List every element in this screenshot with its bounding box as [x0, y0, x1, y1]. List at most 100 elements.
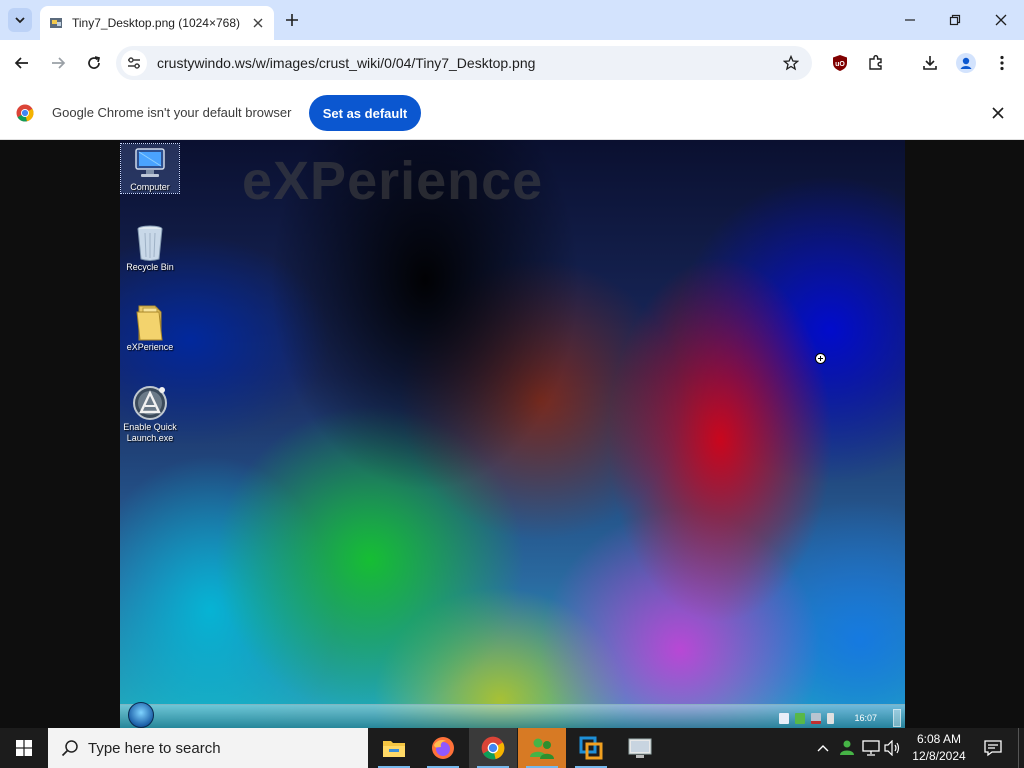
address-bar[interactable]: crustywindo.ws/w/images/crust_wiki/0/04/…: [116, 46, 812, 80]
action-center-button[interactable]: [980, 728, 1006, 768]
desktop-icon-enable-quick-launch[interactable]: Enable Quick Launch.exe: [121, 384, 179, 444]
file-explorer-icon: [383, 741, 405, 757]
chevron-down-icon: [15, 17, 25, 24]
plus-icon: [286, 14, 298, 26]
clock-date: 12/8/2024: [912, 749, 966, 763]
windows-logo-icon: [16, 740, 32, 756]
taskbar-app-virtualbox[interactable]: [567, 728, 615, 768]
remote-desktop-icon: [628, 738, 652, 758]
taskbar-clock[interactable]: 6:08 AM 12/8/2024: [906, 731, 972, 765]
desktop-brand-text: eXPerience: [242, 151, 544, 211]
taskbar-app-chrome[interactable]: [469, 728, 517, 768]
downloads-button[interactable]: [916, 49, 944, 77]
reload-button[interactable]: [80, 49, 108, 77]
tab-title: Tiny7_Desktop.png (1024×768): [72, 16, 240, 30]
browser-toolbar: crustywindo.ws/w/images/crust_wiki/0/04/…: [0, 40, 1024, 86]
security-tray-icon: [795, 712, 806, 724]
recycle-bin-icon: [132, 224, 168, 262]
win7-system-tray: 16:07: [779, 709, 901, 727]
image-viewport: eXPerience Computer Recycle Bin eXPerien…: [0, 140, 1024, 728]
svg-text:uO: uO: [835, 61, 845, 68]
people-tray-icon: [840, 740, 854, 755]
back-button[interactable]: [8, 49, 36, 77]
people-app-icon: [530, 738, 554, 759]
ublock-extension-button[interactable]: uO: [826, 49, 854, 77]
restore-icon: [949, 14, 961, 26]
desktop-icon-label: Computer: [130, 182, 170, 192]
desktop-icon-label: Recycle Bin: [126, 262, 174, 272]
firefox-icon: [432, 737, 454, 759]
win7-clock: 16:07: [854, 713, 877, 723]
notification-icon: [984, 740, 1002, 757]
chrome-icon: [481, 736, 505, 760]
cursor-icon: [815, 353, 826, 364]
close-icon: [995, 14, 1007, 26]
forward-button[interactable]: [44, 49, 72, 77]
default-browser-infobar: Google Chrome isn't your default browser…: [0, 86, 1024, 140]
star-icon: [783, 55, 799, 71]
windows-taskbar: Type here to search 6:08 AM 12/8/2024: [0, 728, 1024, 768]
win7-start-orb-icon[interactable]: [128, 702, 154, 728]
restore-button[interactable]: [940, 6, 970, 34]
close-icon: [992, 107, 1004, 119]
url-text: crustywindo.ws/w/images/crust_wiki/0/04/…: [157, 55, 536, 71]
tab-close-button[interactable]: [250, 15, 266, 31]
image-favicon-icon: [50, 18, 62, 28]
folder-icon: [132, 304, 168, 342]
tray-volume-button[interactable]: [882, 728, 904, 768]
chevron-up-icon: [817, 745, 829, 752]
taskbar-search-box[interactable]: Type here to search: [48, 728, 368, 768]
infobar-close-button[interactable]: [984, 99, 1012, 127]
desktop-icon-computer[interactable]: Computer: [120, 143, 180, 194]
arrow-right-icon: [52, 57, 66, 69]
taskbar-app-firefox[interactable]: [419, 728, 467, 768]
reload-icon: [88, 56, 101, 69]
new-tab-button[interactable]: [282, 10, 302, 30]
show-hidden-icons-button[interactable]: [812, 728, 834, 768]
ublock-shield-icon: uO: [833, 55, 847, 71]
menu-button[interactable]: [988, 49, 1016, 77]
minimize-button[interactable]: [895, 6, 925, 34]
infobar-message: Google Chrome isn't your default browser: [52, 105, 292, 120]
taskbar-app-remote-desktop[interactable]: [616, 728, 664, 768]
show-desktop-button[interactable]: [1018, 728, 1024, 768]
browser-title-bar: Tiny7_Desktop.png (1024×768): [0, 0, 1024, 40]
document-tray-icon: [779, 712, 790, 724]
taskbar-app-file-explorer[interactable]: [370, 728, 418, 768]
tray-network-button[interactable]: [860, 728, 882, 768]
tune-icon: [128, 57, 140, 69]
set-as-default-button[interactable]: Set as default: [309, 95, 421, 131]
arrow-left-icon: [14, 57, 28, 69]
search-placeholder: Type here to search: [88, 739, 221, 757]
minimize-icon: [905, 19, 915, 21]
quick-launch-icon: [132, 384, 168, 422]
tiny7-desktop-image[interactable]: eXPerience Computer Recycle Bin eXPerien…: [120, 140, 905, 728]
computer-icon: [132, 144, 168, 182]
bookmark-button[interactable]: [778, 50, 804, 76]
desktop-icon-experience-folder[interactable]: eXPerience: [121, 304, 179, 353]
more-vert-icon: [1000, 55, 1004, 71]
volume-icon: [884, 740, 900, 756]
close-icon: [253, 18, 263, 28]
chrome-logo-icon: [16, 104, 34, 122]
search-icon: [60, 738, 80, 758]
tray-people-button[interactable]: [836, 728, 858, 768]
profile-avatar-icon: [956, 53, 976, 73]
extensions-button[interactable]: [862, 49, 890, 77]
win7-show-desktop-button[interactable]: [893, 709, 901, 727]
profile-button[interactable]: [952, 49, 980, 77]
clock-time: 6:08 AM: [916, 732, 962, 746]
win7-taskbar: 16:07: [120, 702, 905, 728]
start-button[interactable]: [0, 728, 48, 768]
taskbar-app-people[interactable]: [518, 728, 566, 768]
virtualbox-icon: [579, 736, 603, 760]
network-icon: [862, 740, 880, 756]
site-info-button[interactable]: [121, 50, 147, 76]
desktop-icon-recycle-bin[interactable]: Recycle Bin: [121, 224, 179, 273]
close-window-button[interactable]: [986, 6, 1016, 34]
puzzle-icon: [869, 55, 882, 70]
tab-search-button[interactable]: [8, 8, 32, 32]
network-tray-icon: [811, 712, 822, 724]
browser-tab[interactable]: Tiny7_Desktop.png (1024×768): [40, 6, 274, 40]
desktop-icon-label: Enable Quick Launch.exe: [123, 422, 177, 443]
